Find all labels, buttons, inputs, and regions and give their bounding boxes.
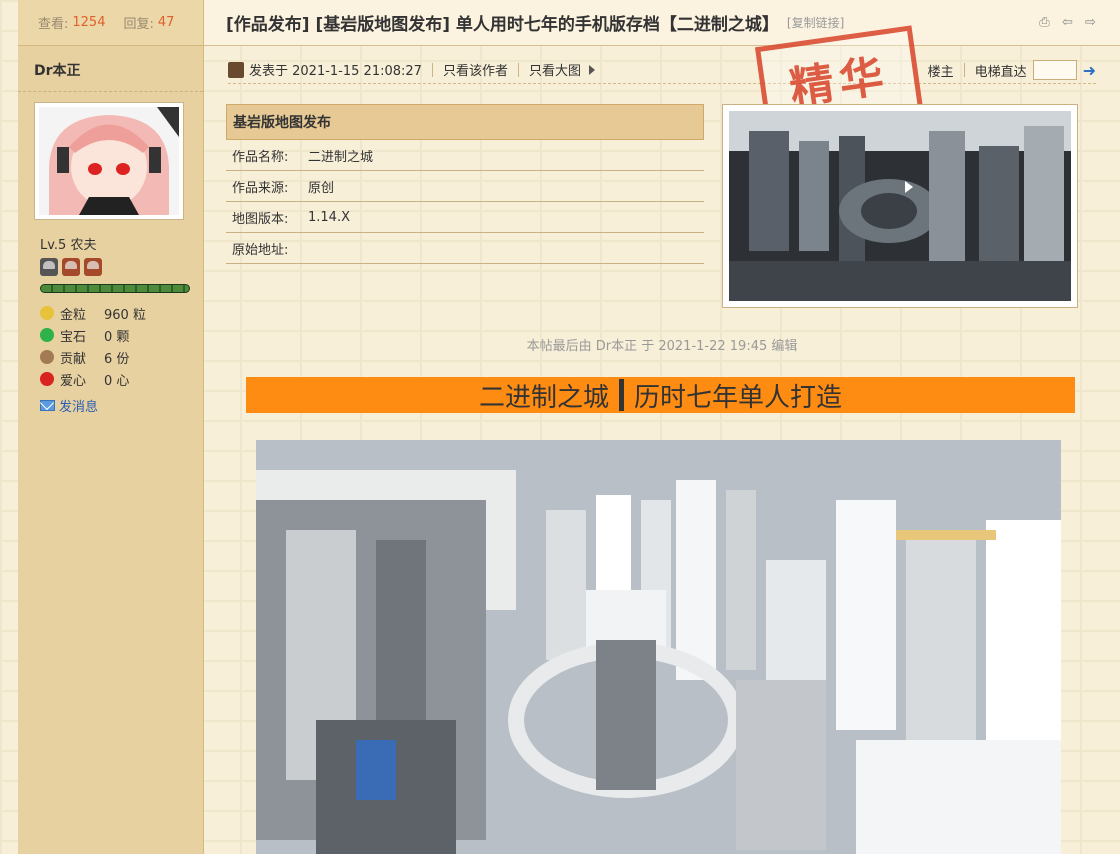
medal-icon[interactable] — [84, 258, 102, 276]
thread-title: [作品发布] [基岩版地图发布] 单人用时七年的手机版存档【二进制之城】 — [226, 15, 779, 35]
info-row: 原始地址: — [226, 233, 704, 264]
info-value: 二进制之城 — [308, 149, 374, 165]
go-arrow-icon[interactable]: ➜ — [1083, 61, 1096, 80]
experience-bar — [40, 284, 190, 293]
stat-gem: 宝石 0 颗 — [40, 324, 146, 346]
author-name[interactable]: Dr本正 — [18, 48, 203, 92]
elevator-label: 电梯直达 — [974, 64, 1027, 80]
city-thumbnail-image — [729, 111, 1071, 301]
mail-icon — [40, 400, 55, 411]
replies-label: 回复: — [123, 17, 154, 32]
medal-icon[interactable] — [62, 258, 80, 276]
city-overview-image[interactable] — [256, 440, 1061, 854]
edited-note: 本帖最后由 Dr本正 于 2021-1-22 19:45 编辑 — [526, 339, 798, 354]
stat-label: 宝石 — [60, 329, 87, 345]
banner-left-text: 二进制之城 — [478, 382, 609, 413]
thread-title-bar: [作品发布] [基岩版地图发布] 单人用时七年的手机版存档【二进制之城】 [复制… — [204, 0, 1120, 46]
stat-gold: 金粒 960 粒 — [40, 302, 146, 324]
city-overview-render — [256, 440, 1061, 854]
info-key: 原始地址: — [232, 242, 289, 258]
floor-label: 楼主 — [927, 64, 954, 80]
medal-list — [40, 258, 102, 276]
post-meta-bar: 发表于 2021-1-15 21:08:27 只看该作者 只看大图 楼主 电梯直… — [228, 56, 1096, 84]
info-row: 作品名称: 二进制之城 — [226, 140, 704, 171]
apple-icon — [40, 372, 54, 386]
banner-right-text: 历时七年单人打造 — [634, 382, 843, 413]
user-level: Lv.5 农夫 — [40, 238, 97, 253]
avatar-illustration — [39, 107, 179, 215]
user-stats: 金粒 960 粒 宝石 0 颗 贡献 6 份 爱心 0 心 — [40, 302, 146, 390]
stat-label: 贡献 — [60, 351, 87, 367]
stat-contribution: 贡献 6 份 — [40, 346, 146, 368]
send-message-link[interactable]: 发消息 — [40, 396, 98, 415]
post-main: [作品发布] [基岩版地图发布] 单人用时七年的手机版存档【二进制之城】 [复制… — [204, 0, 1120, 854]
only-author-link[interactable]: 只看该作者 — [443, 60, 508, 79]
info-value: 1.14.X — [308, 209, 350, 225]
chevron-right-icon[interactable] — [588, 64, 595, 75]
info-heading: 基岩版地图发布 — [226, 104, 704, 140]
stat-value: 0 心 — [104, 373, 130, 389]
info-value: 原创 — [308, 180, 335, 196]
next-thread-icon[interactable]: ⇨ — [1083, 16, 1098, 30]
stat-value: 6 份 — [104, 351, 130, 367]
info-row: 作品来源: 原创 — [226, 171, 704, 202]
replies-count: 47 — [157, 15, 175, 30]
author-mini-avatar-icon — [228, 61, 244, 78]
send-message-label: 发消息 — [59, 400, 99, 415]
stat-label: 爱心 — [60, 373, 87, 389]
medal-icon[interactable] — [40, 258, 58, 276]
print-icon[interactable]: ⎙ — [1037, 16, 1052, 30]
post-date: 发表于 2021-1-15 21:08:27 — [249, 64, 422, 79]
cookie-icon — [40, 350, 54, 364]
info-key: 作品名称: — [232, 149, 289, 165]
gold-nugget-icon — [40, 306, 54, 320]
views-count: 1254 — [72, 15, 106, 30]
avatar[interactable] — [34, 102, 184, 220]
post-meta-right: 楼主 电梯直达 ➜ — [928, 56, 1096, 84]
stat-label: 金粒 — [60, 307, 87, 323]
banner-divider — [619, 379, 624, 411]
author-sidebar: 查看: 1254 回复: 47 Dr本正 Lv.5 农夫 金粒 960 粒 宝石… — [18, 0, 204, 854]
elevator-input[interactable] — [1032, 60, 1077, 80]
map-info-table: 基岩版地图发布 作品名称: 二进制之城 作品来源: 原创 地图版本: 1.14.… — [226, 104, 704, 264]
views-label: 查看: — [38, 17, 69, 32]
emerald-icon — [40, 328, 54, 342]
copy-link-button[interactable]: [复制链接] — [787, 14, 844, 31]
title-tools: ⎙ ⇦ ⇨ — [1037, 16, 1098, 30]
info-row: 地图版本: 1.14.X — [226, 202, 704, 233]
thread-stats: 查看: 1254 回复: 47 — [18, 0, 203, 46]
prev-thread-icon[interactable]: ⇦ — [1060, 16, 1075, 30]
info-key: 作品来源: — [232, 180, 289, 196]
title-banner: 二进制之城 历时七年单人打造 — [246, 377, 1075, 413]
stat-value: 960 粒 — [104, 307, 146, 323]
only-big-image-link[interactable]: 只看大图 — [529, 60, 581, 79]
stat-love: 爱心 0 心 — [40, 368, 146, 390]
map-thumbnail[interactable] — [722, 104, 1078, 308]
info-key: 地图版本: — [232, 211, 289, 227]
stat-value: 0 颗 — [104, 329, 130, 345]
